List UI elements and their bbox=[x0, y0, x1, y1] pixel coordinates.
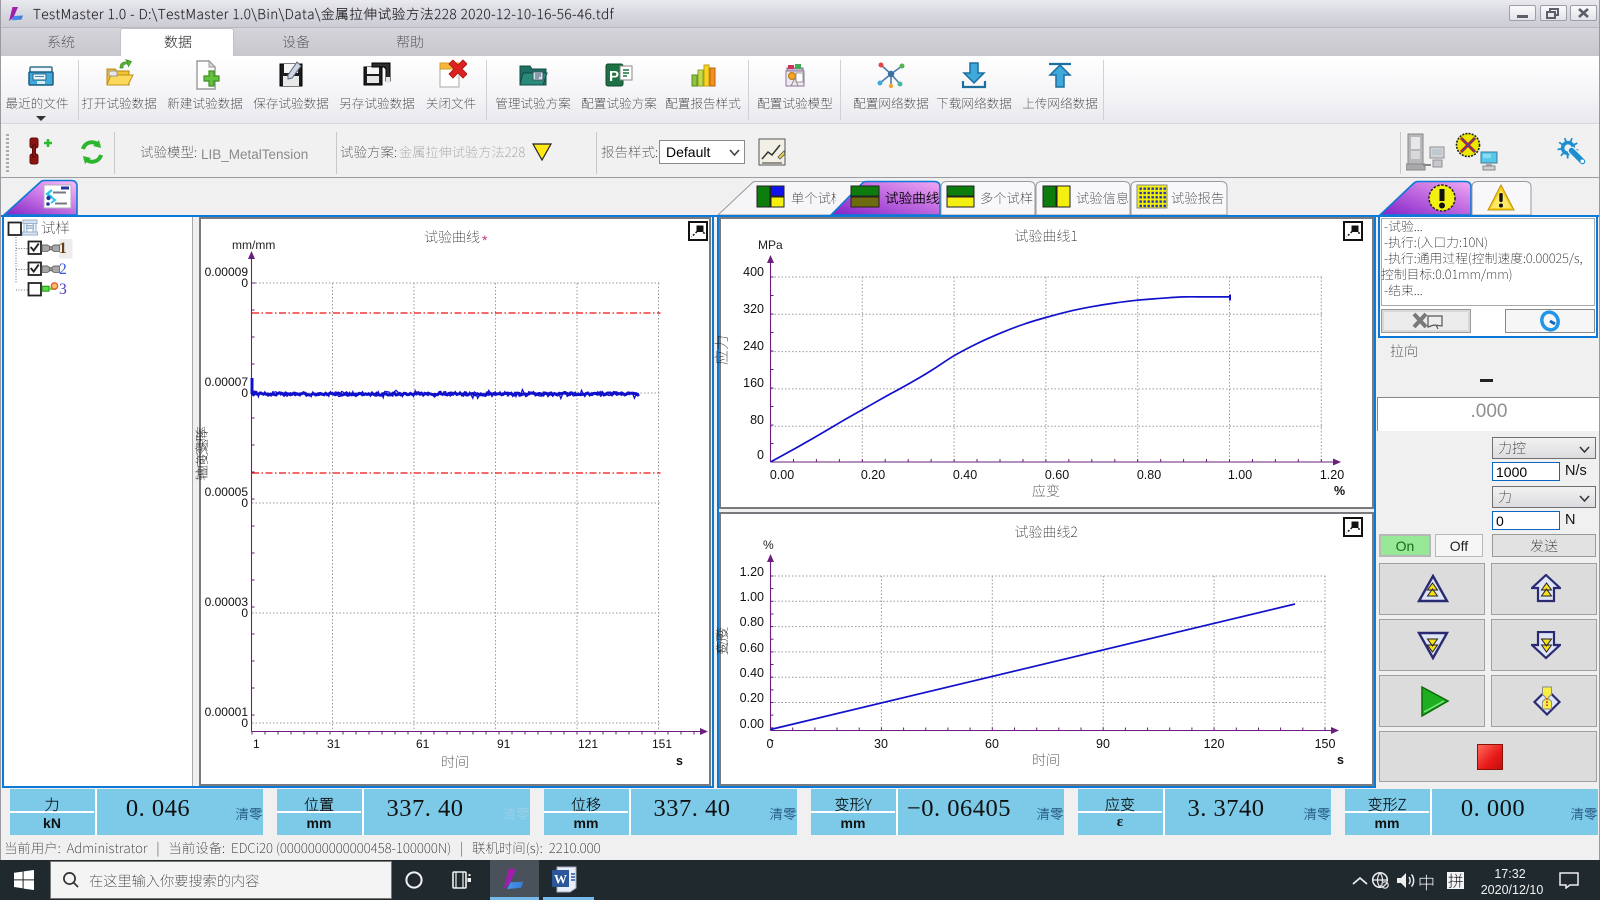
svg-text:P: P bbox=[609, 68, 619, 85]
svg-text:W: W bbox=[554, 872, 567, 887]
